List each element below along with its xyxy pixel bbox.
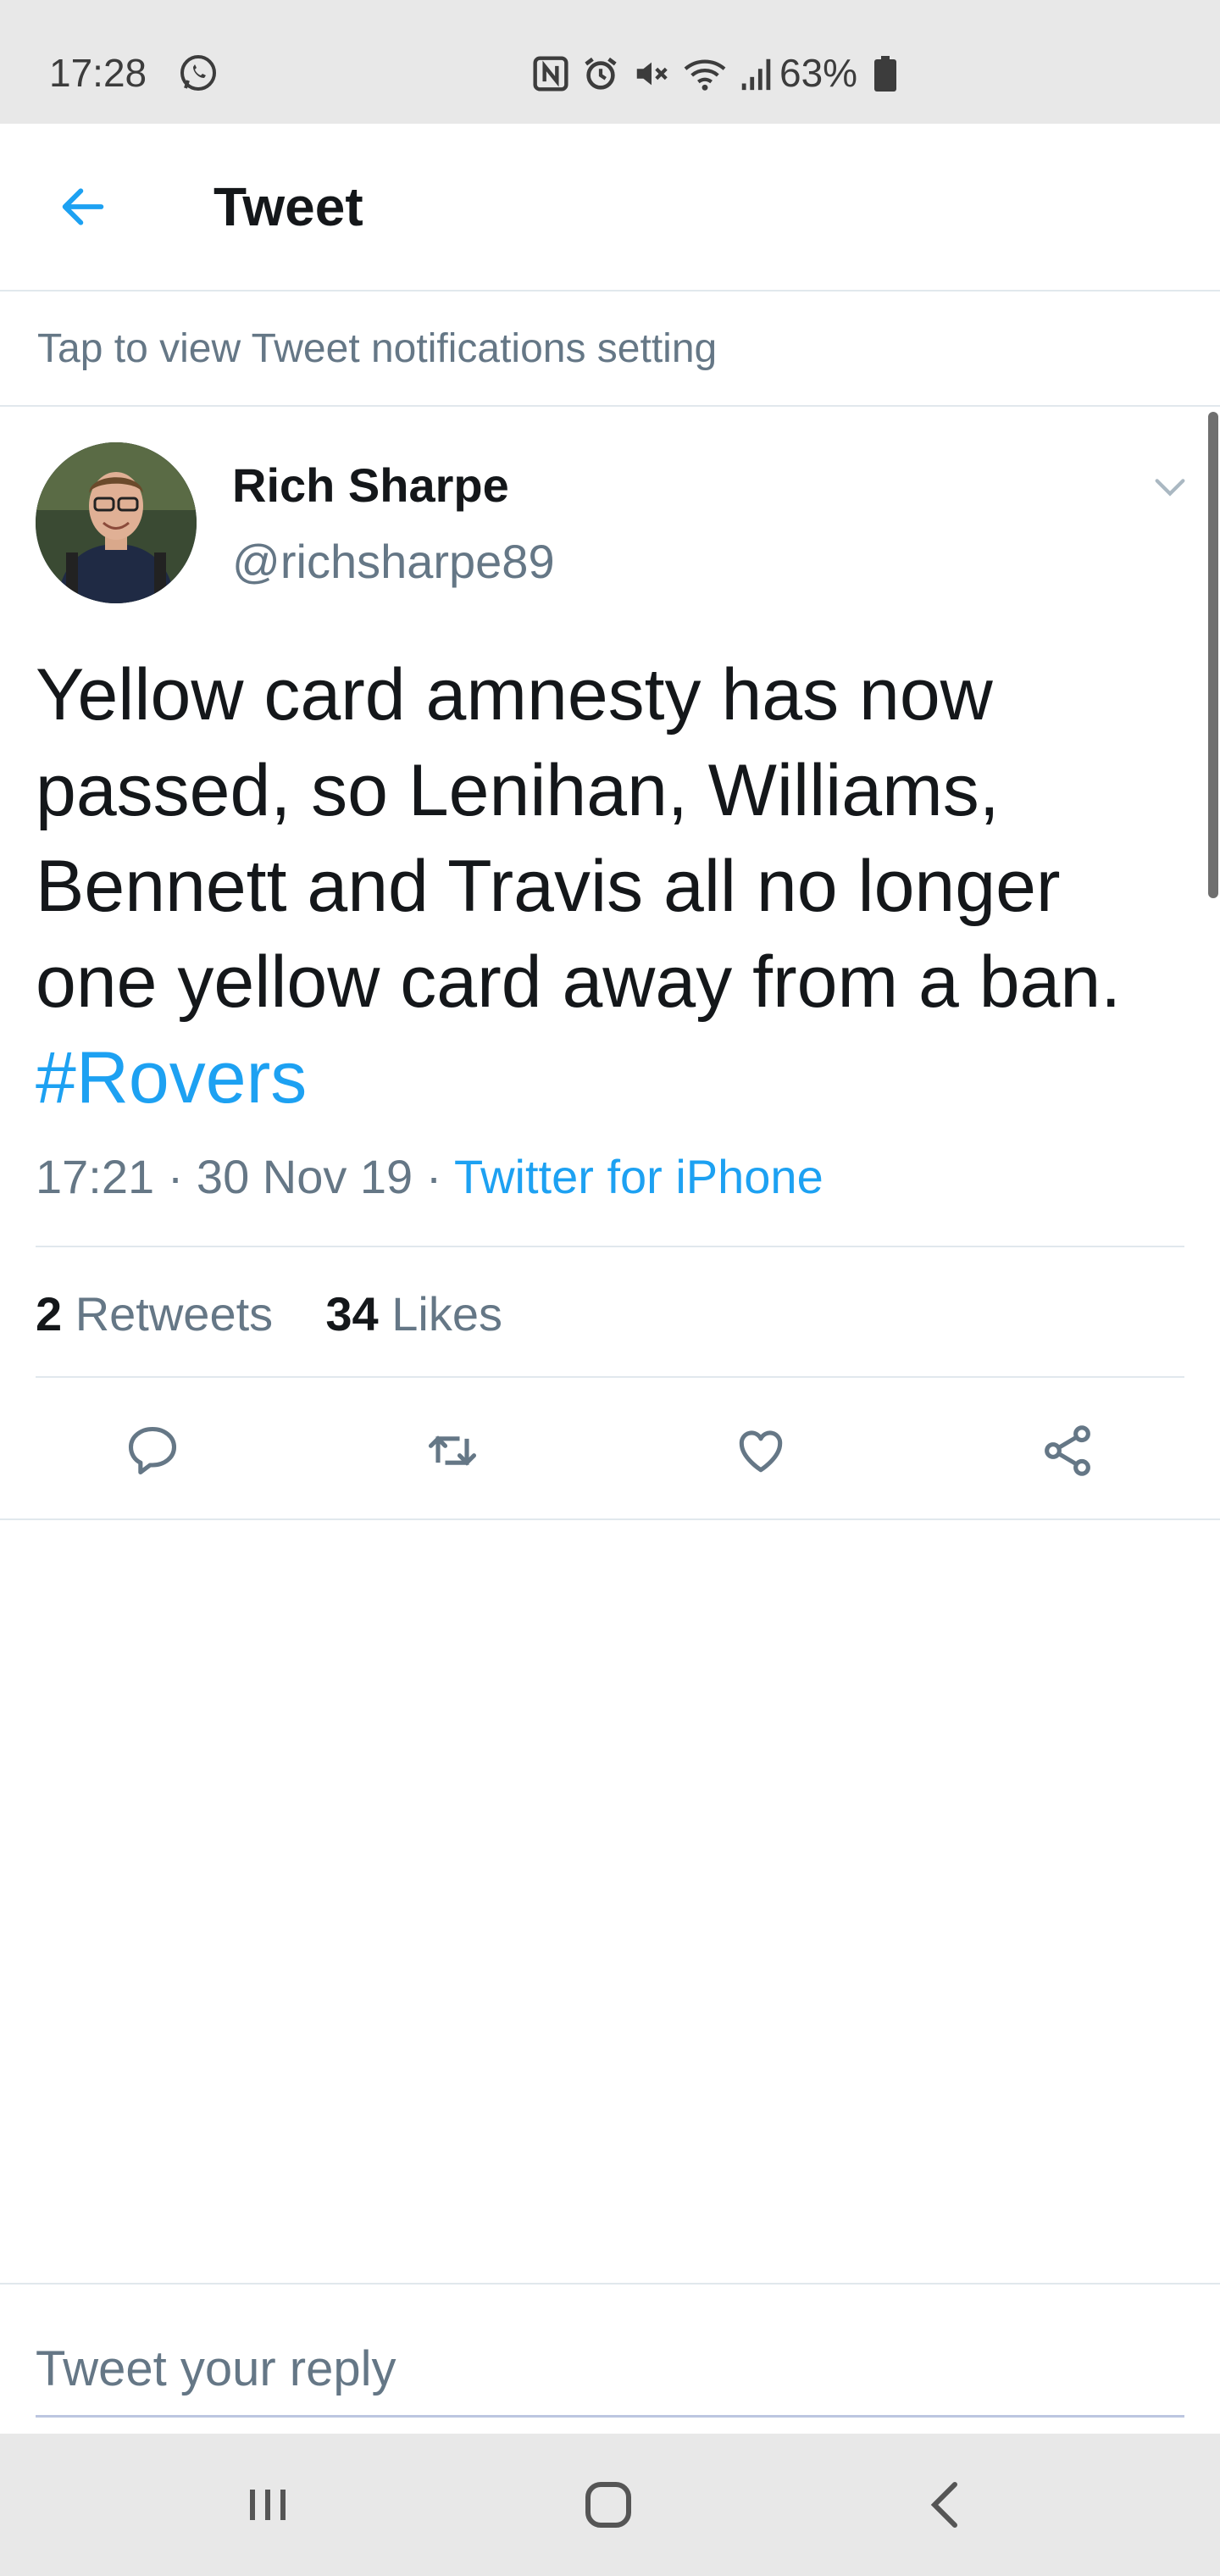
retweets-label: Retweets bbox=[75, 1287, 274, 1341]
divider bbox=[36, 1246, 1184, 1247]
recent-apps-icon[interactable] bbox=[237, 2474, 298, 2535]
signal-icon bbox=[741, 58, 771, 91]
tweet-time: 17:21 bbox=[36, 1150, 155, 1203]
back-arrow-icon[interactable] bbox=[56, 180, 110, 234]
retweets-stat[interactable]: 2 Retweets bbox=[36, 1287, 273, 1341]
share-icon[interactable] bbox=[1039, 1422, 1096, 1480]
divider bbox=[0, 2283, 1220, 2285]
meta-separator: · bbox=[167, 1150, 184, 1203]
app-header: Tweet bbox=[0, 124, 1220, 291]
mute-icon bbox=[636, 62, 668, 86]
reply-input[interactable] bbox=[36, 2322, 1184, 2418]
tweet-date: 30 Nov 19 bbox=[196, 1150, 413, 1203]
retweet-icon[interactable] bbox=[424, 1422, 481, 1480]
notification-settings-banner[interactable]: Tap to view Tweet notifications setting bbox=[0, 291, 1220, 407]
notification-settings-text: Tap to view Tweet notifications setting bbox=[37, 326, 718, 371]
system-nav-bar bbox=[0, 2434, 1220, 2576]
tweet-meta: 17:21 · 30 Nov 19 · Twitter for iPhone bbox=[36, 1149, 824, 1205]
scrollbar[interactable] bbox=[1208, 412, 1218, 898]
author-name[interactable]: Rich Sharpe bbox=[232, 458, 509, 514]
like-icon[interactable] bbox=[732, 1422, 790, 1480]
tweet-body: Yellow card amnesty has now passed, so L… bbox=[36, 647, 1188, 1126]
tweet-actions bbox=[0, 1378, 1220, 1520]
tweet-text: Yellow card amnesty has now passed, so L… bbox=[36, 654, 1122, 1023]
page-title: Tweet bbox=[214, 176, 363, 237]
nfc-icon bbox=[533, 56, 568, 92]
retweets-count: 2 bbox=[36, 1287, 63, 1341]
tweet-hashtag[interactable]: #Rovers bbox=[36, 1030, 1188, 1126]
likes-count: 34 bbox=[325, 1287, 379, 1341]
status-time: 17:28 bbox=[49, 51, 147, 95]
home-icon[interactable] bbox=[578, 2474, 639, 2535]
battery-icon bbox=[874, 56, 896, 92]
wifi-icon bbox=[684, 59, 726, 91]
tweet-stats: 2 Retweets 34 Likes bbox=[36, 1286, 502, 1342]
status-bar: 17:28 63% bbox=[0, 0, 1220, 124]
status-icons bbox=[532, 53, 774, 95]
whatsapp-icon bbox=[180, 55, 216, 91]
alarm-icon bbox=[585, 57, 617, 90]
meta-separator: · bbox=[425, 1150, 442, 1203]
battery-percent: 63% bbox=[779, 51, 858, 95]
avatar[interactable] bbox=[36, 442, 197, 603]
back-icon[interactable] bbox=[917, 2474, 978, 2535]
chevron-down-icon[interactable] bbox=[1151, 468, 1190, 507]
likes-label: Likes bbox=[391, 1287, 502, 1341]
reply-icon[interactable] bbox=[124, 1422, 181, 1480]
likes-stat[interactable]: 34 Likes bbox=[325, 1287, 502, 1341]
tweet-source-link[interactable]: Twitter for iPhone bbox=[454, 1150, 824, 1203]
author-handle[interactable]: @richsharpe89 bbox=[232, 534, 555, 590]
